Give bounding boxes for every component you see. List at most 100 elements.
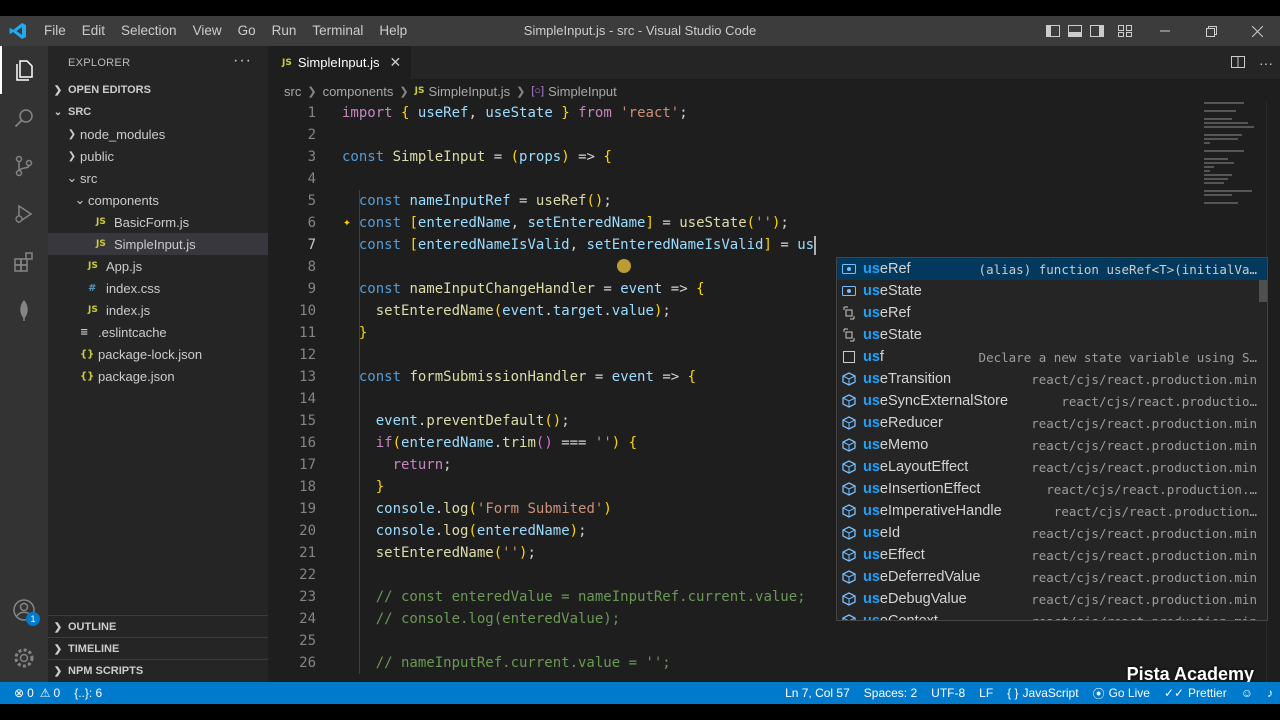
suggestion-item[interactable]: useTransition react/cjs/react.production.… xyxy=(837,368,1267,390)
line-ending[interactable]: LF xyxy=(972,686,1000,700)
code-text: import { useRef, useState } from 'react'… xyxy=(342,105,688,121)
menu-run[interactable]: Run xyxy=(264,16,305,46)
tree-item[interactable]: ⌄ components xyxy=(48,189,268,211)
suggestion-item[interactable]: useContext react/cjs/react.production.min xyxy=(837,610,1267,621)
suggestion-item[interactable]: useState xyxy=(837,324,1267,346)
more-actions-icon[interactable]: ··· xyxy=(1252,55,1280,71)
suggestion-detail: react/cjs/react.production.min xyxy=(1031,613,1257,621)
symbol-module-icon xyxy=(841,372,857,386)
outline-section[interactable]: ❯ OUTLINE xyxy=(48,615,268,638)
toggle-sidebar-icon[interactable] xyxy=(1042,16,1064,46)
vertical-scrollbar[interactable] xyxy=(1266,102,1280,682)
customize-layout-icon[interactable] xyxy=(1108,16,1142,46)
tree-item-label: package.json xyxy=(98,368,175,384)
cursor-position[interactable]: Ln 7, Col 57 xyxy=(778,686,857,700)
tree-item[interactable]: ≡ .eslintcache xyxy=(48,321,268,343)
encoding[interactable]: UTF-8 xyxy=(924,686,972,700)
suggestion-label: useDebugValue xyxy=(863,591,967,607)
mongodb-leaf-icon[interactable] xyxy=(0,286,48,334)
suggestion-match: us xyxy=(863,481,880,497)
indentation[interactable]: Spaces: 2 xyxy=(857,686,924,700)
menu-file[interactable]: File xyxy=(36,16,74,46)
tree-item[interactable]: {} package.json xyxy=(48,365,268,387)
breadcrumb-src[interactable]: src xyxy=(284,84,301,99)
suggestion-item[interactable]: useInsertionEffect react/cjs/react.produc… xyxy=(837,478,1267,500)
extensions-icon[interactable] xyxy=(0,238,48,286)
open-editors-section[interactable]: ❯ OPEN EDITORS xyxy=(48,79,268,101)
close-window-icon[interactable] xyxy=(1234,16,1280,46)
suggestion-item[interactable]: useRef (alias) function useRef<T>(initial… xyxy=(837,258,1267,280)
menu-view[interactable]: View xyxy=(185,16,230,46)
menu-terminal[interactable]: Terminal xyxy=(304,16,371,46)
lightbulb-icon[interactable]: ✦ xyxy=(343,212,351,234)
tree-item[interactable]: # index.css xyxy=(48,277,268,299)
minimap-line xyxy=(1204,134,1242,136)
feedback-icon[interactable]: ☺ xyxy=(1234,686,1260,700)
menu-bar: File Edit Selection View Go Run Terminal… xyxy=(36,16,415,46)
timeline-section[interactable]: ❯ TIMELINE xyxy=(48,637,268,660)
tab-simpleinput[interactable]: JS SimpleInput.js ✕ xyxy=(268,46,412,79)
tree-item[interactable]: ❯ node_modules xyxy=(48,123,268,145)
tree-item-label: public xyxy=(80,148,114,164)
bracket-count[interactable]: {..}: 6 xyxy=(67,686,109,700)
run-debug-icon[interactable] xyxy=(0,190,48,238)
braces-icon: { } xyxy=(1007,686,1019,700)
search-icon[interactable] xyxy=(0,94,48,142)
warning-icon: ⚠ xyxy=(39,686,51,700)
breadcrumb-file[interactable]: SimpleInput.js xyxy=(428,84,510,99)
src-root-section[interactable]: ⌄ SRC xyxy=(48,101,268,123)
menu-help[interactable]: Help xyxy=(371,16,415,46)
symbol-module-icon xyxy=(841,460,857,474)
close-tab-icon[interactable]: ✕ xyxy=(390,54,402,71)
tree-item[interactable]: JS SimpleInput.js xyxy=(48,233,268,255)
suggestion-item[interactable]: useEffect react/cjs/react.production.min xyxy=(837,544,1267,566)
more-actions-icon[interactable]: ··· xyxy=(233,52,252,70)
menu-edit[interactable]: Edit xyxy=(74,16,113,46)
suggestion-item[interactable]: useRef xyxy=(837,302,1267,324)
split-editor-icon[interactable] xyxy=(1224,55,1252,71)
problems-indicator[interactable]: ⊗ 0 ⚠ 0 xyxy=(0,686,67,700)
tree-item-label: index.js xyxy=(106,302,151,318)
suggestion-item[interactable]: useMemo react/cjs/react.production.min xyxy=(837,434,1267,456)
explorer-icon[interactable] xyxy=(0,46,48,94)
menu-selection[interactable]: Selection xyxy=(113,16,185,46)
tree-item[interactable]: ❯ public xyxy=(48,145,268,167)
tree-item[interactable]: JS App.js xyxy=(48,255,268,277)
language-mode[interactable]: { } JavaScript xyxy=(1000,686,1085,700)
suggestion-item[interactable]: useId react/cjs/react.production.min xyxy=(837,522,1267,544)
breadcrumb-components[interactable]: components xyxy=(323,84,394,99)
toggle-panel-icon[interactable] xyxy=(1064,16,1086,46)
line-number: 22 xyxy=(299,567,316,583)
tree-item[interactable]: {} package-lock.json xyxy=(48,343,268,365)
breadcrumb-symbol[interactable]: SimpleInput xyxy=(548,84,617,99)
tree-item[interactable]: JS index.js xyxy=(48,299,268,321)
prettier-button[interactable]: ✓✓ Prettier xyxy=(1157,686,1234,700)
suggestion-item[interactable]: useImperativeHandle react/cjs/react.produ… xyxy=(837,500,1267,522)
suggestion-item[interactable]: useReducer react/cjs/react.production.min xyxy=(837,412,1267,434)
tree-item[interactable]: JS BasicForm.js xyxy=(48,211,268,233)
error-count: 0 xyxy=(27,686,34,700)
suggestion-item[interactable]: useState xyxy=(837,280,1267,302)
minimap[interactable] xyxy=(1200,102,1266,222)
toggle-secondary-sidebar-icon[interactable] xyxy=(1086,16,1108,46)
settings-gear-icon[interactable] xyxy=(0,634,48,682)
go-live-button[interactable]: ⦿ Go Live xyxy=(1086,685,1157,702)
npm-scripts-section[interactable]: ❯ NPM SCRIPTS xyxy=(48,659,268,682)
suggestion-item[interactable]: useLayoutEffect react/cjs/react.productio… xyxy=(837,456,1267,478)
text-icon xyxy=(841,350,857,364)
suggestion-widget[interactable]: useRef (alias) function useRef<T>(initial… xyxy=(836,257,1268,621)
menu-go[interactable]: Go xyxy=(230,16,264,46)
suggestion-item[interactable]: useDeferredValue react/cjs/react.producti… xyxy=(837,566,1267,588)
suggestion-item[interactable]: useDebugValue react/cjs/react.production.… xyxy=(837,588,1267,610)
restore-icon[interactable] xyxy=(1188,16,1234,46)
minimize-icon[interactable] xyxy=(1142,16,1188,46)
tree-item[interactable]: ⌄ src xyxy=(48,167,268,189)
source-control-icon[interactable] xyxy=(0,142,48,190)
accounts-icon[interactable]: 1 xyxy=(0,586,48,634)
tree-item-label: components xyxy=(88,192,159,208)
suggestion-item[interactable]: useSyncExternalStore react/cjs/react.prod… xyxy=(837,390,1267,412)
suggestion-item[interactable]: usf Declare a new state variable using S… xyxy=(837,346,1267,368)
minimap-line xyxy=(1204,142,1210,144)
code-text: // const enteredValue = nameInputRef.cur… xyxy=(375,589,806,605)
notifications-bell-icon[interactable]: ♪ xyxy=(1260,686,1280,700)
